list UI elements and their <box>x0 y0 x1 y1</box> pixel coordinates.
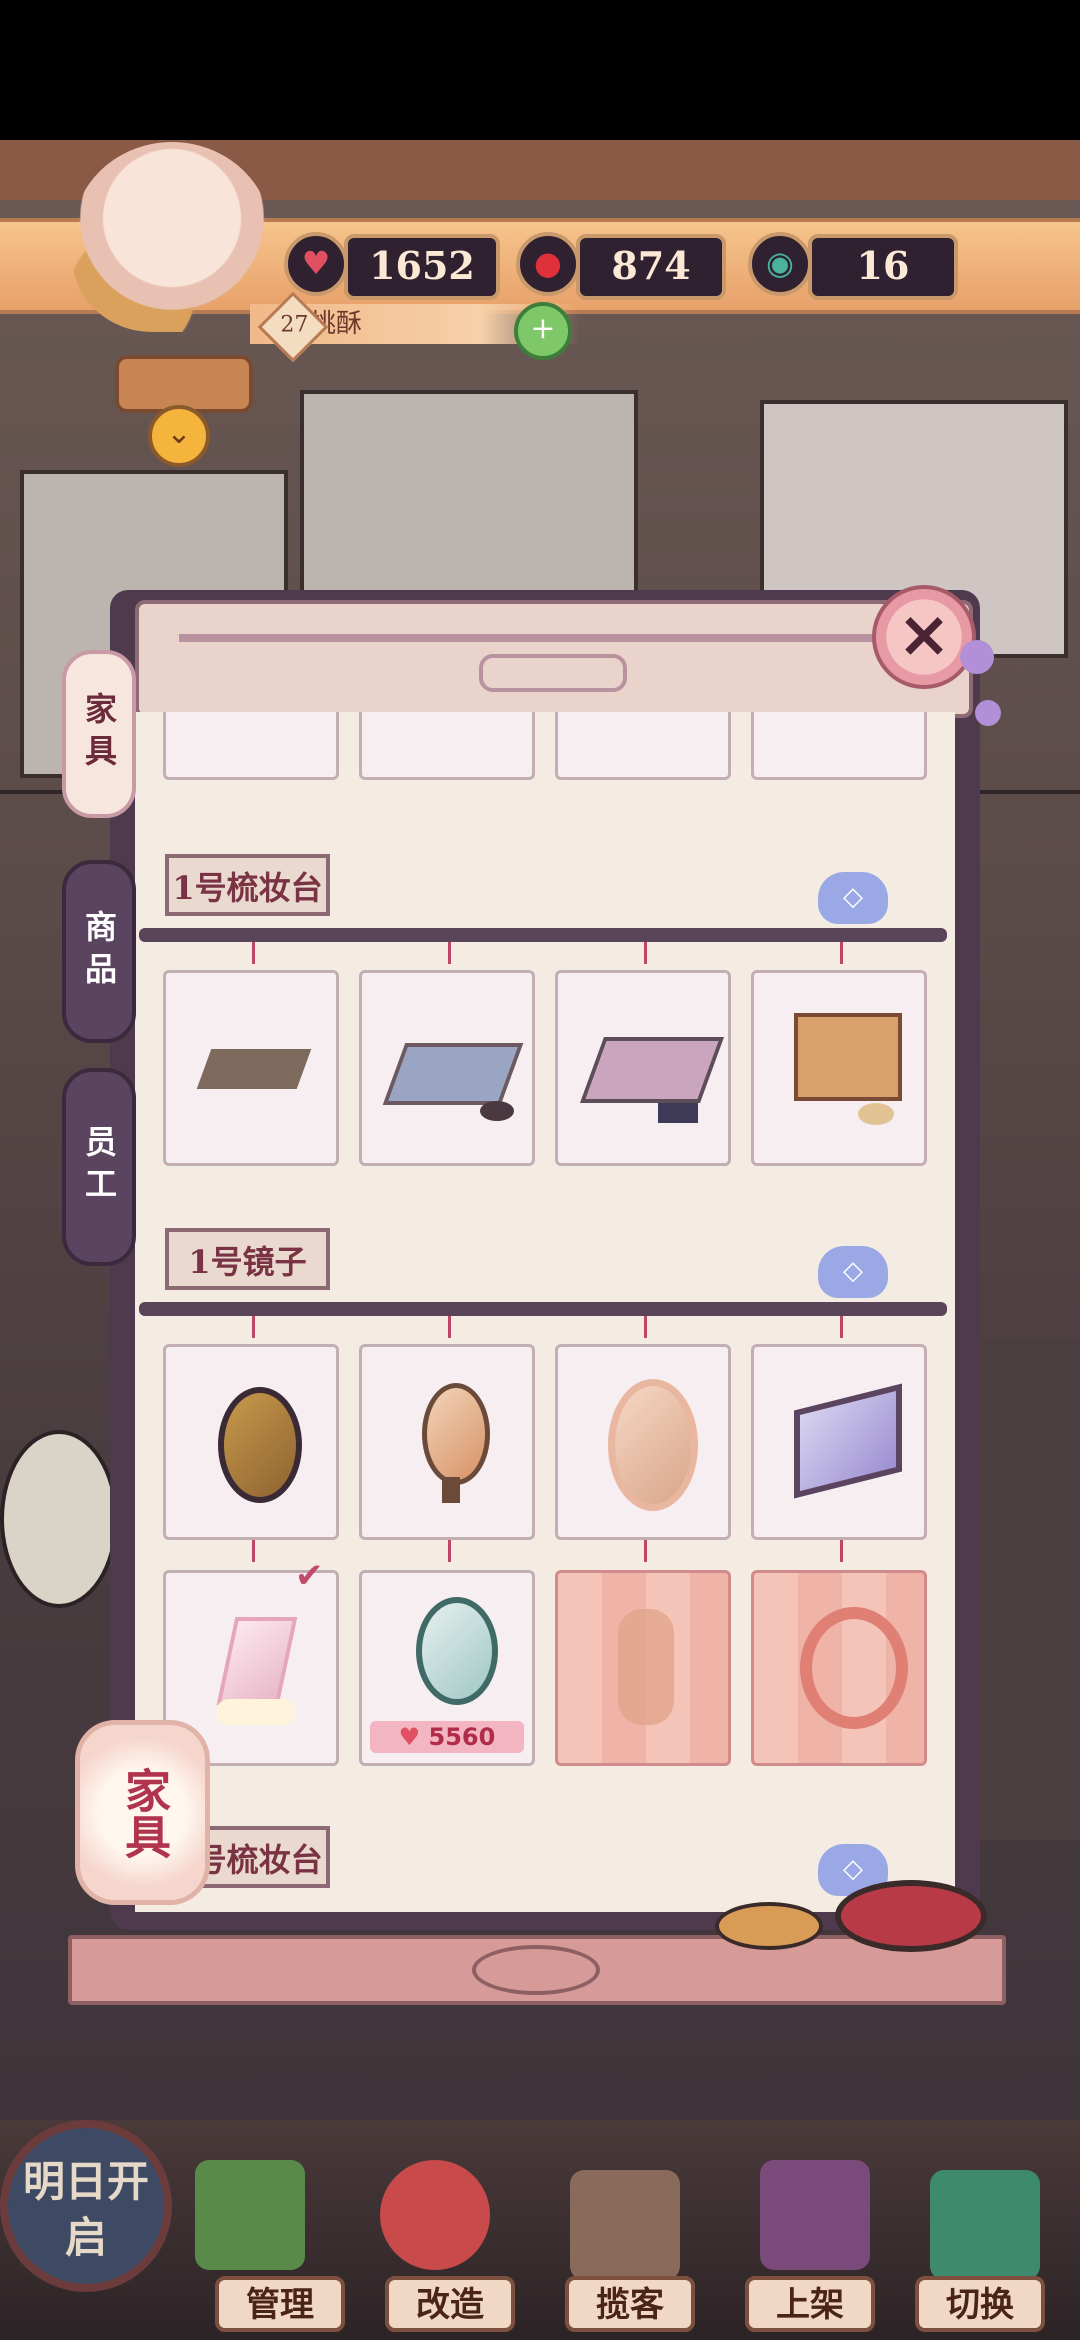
cloud-base <box>216 1699 296 1725</box>
hanging-string <box>840 942 843 964</box>
shelf <box>139 928 947 942</box>
cloud-icon: ◇ <box>818 872 888 924</box>
nav-attract[interactable]: 揽客 <box>565 2276 695 2332</box>
hanging-string <box>840 1316 843 1338</box>
panel-header-lattice <box>135 600 973 718</box>
item-card[interactable] <box>359 712 535 780</box>
attract-customers-icon[interactable] <box>570 2170 680 2280</box>
item-card[interactable] <box>163 1344 339 1540</box>
gems-count: 874 <box>576 234 726 300</box>
vanity-light-mirror-icon <box>794 1383 902 1499</box>
locked-item-card[interactable] <box>555 1570 731 1766</box>
panel-scroll-area[interactable]: 1号梳妆台 ◇ 1号镜子 ◇ ✔ ♥ 5560 1号梳妆台 ◇ <box>135 712 955 1912</box>
hanging-string <box>644 1540 647 1562</box>
vanity-desk-icon <box>794 1013 902 1101</box>
add-resource-button[interactable]: + <box>514 302 572 360</box>
round-table <box>0 1430 118 1608</box>
management-icon[interactable] <box>195 2160 305 2270</box>
panel-ledge <box>68 1935 1006 2005</box>
hanging-string <box>644 1316 647 1338</box>
tokens-count: 16 <box>808 234 958 300</box>
hanging-string <box>448 942 451 964</box>
hanging-string <box>840 1540 843 1562</box>
cloud-mirror-icon <box>216 1617 298 1705</box>
hanging-string <box>252 1540 255 1562</box>
shelf <box>139 1302 947 1316</box>
hanging-string <box>448 1316 451 1338</box>
renovate-icon[interactable] <box>380 2160 490 2270</box>
silhouette-mirror-icon <box>800 1607 908 1729</box>
vanity-bed-icon <box>579 1037 725 1103</box>
open-tomorrow-button[interactable]: 明日开启 <box>0 2120 172 2292</box>
side-cabinet <box>980 1340 1080 1840</box>
item-card[interactable] <box>163 712 339 780</box>
gem-icon: ● <box>516 232 580 296</box>
hanging-string <box>644 942 647 964</box>
ornate-mirror-icon <box>608 1379 698 1511</box>
flower-decoration <box>975 700 1001 726</box>
tab-furniture[interactable]: 家具 <box>62 650 136 818</box>
winged-mirror-icon <box>422 1383 490 1485</box>
item-card[interactable] <box>751 970 927 1166</box>
category-lantern: 家具 <box>75 1720 210 1905</box>
silhouette-mirror-icon <box>618 1609 674 1725</box>
nav-switch[interactable]: 切换 <box>915 2276 1045 2332</box>
shelf-listing-icon[interactable] <box>760 2160 870 2270</box>
stool-icon <box>858 1103 894 1125</box>
close-button[interactable]: × <box>872 585 976 689</box>
switch-map-icon[interactable] <box>930 2170 1040 2280</box>
tab-staff[interactable]: 员工 <box>62 1068 136 1266</box>
makeup-bowl-icon <box>835 1880 987 1952</box>
cushion-icon <box>480 1101 514 1121</box>
item-card[interactable] <box>555 970 731 1166</box>
player-level: 27 <box>280 312 309 338</box>
lotus-ornament <box>472 1945 600 1995</box>
mirror-stand <box>442 1477 460 1503</box>
lattice-rail <box>179 634 919 642</box>
nav-manage[interactable]: 管理 <box>215 2276 345 2332</box>
price-tag: ♥ 5560 <box>370 1721 524 1753</box>
lattice-ornament <box>479 654 627 692</box>
price-value: 5560 <box>428 1723 496 1751</box>
nav-renovate[interactable]: 改造 <box>385 2276 515 2332</box>
item-card[interactable] <box>555 712 731 780</box>
jade-mirror-icon <box>416 1597 498 1705</box>
player-avatar[interactable] <box>72 142 272 332</box>
nav-list[interactable]: 上架 <box>745 2276 875 2332</box>
hanging-string <box>252 1316 255 1338</box>
token-icon: ◉ <box>748 232 812 296</box>
heart-icon: ♥ <box>398 1723 429 1751</box>
hanging-string <box>448 1540 451 1562</box>
section-label: 1号梳妆台 <box>165 854 330 916</box>
cloud-icon: ◇ <box>818 1246 888 1298</box>
item-card[interactable] <box>751 1344 927 1540</box>
heart-icon: ♥ <box>284 232 348 296</box>
scroll-menu-icon[interactable] <box>115 355 253 413</box>
locked-item-card[interactable] <box>751 1570 927 1766</box>
item-card[interactable] <box>555 1344 731 1540</box>
cushion-icon <box>658 1103 698 1123</box>
checkmark-icon: ✔ <box>295 1556 324 1596</box>
hanging-string <box>252 942 255 964</box>
item-card[interactable] <box>359 970 535 1166</box>
low-bed-icon <box>382 1043 524 1105</box>
chevron-down-icon[interactable]: ⌄ <box>148 405 210 467</box>
hearts-count: 1652 <box>344 234 500 300</box>
round-mirror-icon <box>218 1387 302 1503</box>
item-card[interactable] <box>359 1344 535 1540</box>
flower-decoration <box>960 640 994 674</box>
item-card[interactable]: ♥ 5560 <box>359 1570 535 1766</box>
section-label: 1号镜子 <box>165 1228 330 1290</box>
item-card[interactable] <box>163 970 339 1166</box>
item-card[interactable] <box>751 712 927 780</box>
makeup-dish-icon <box>715 1902 823 1950</box>
low-table-icon <box>196 1049 312 1089</box>
tab-goods[interactable]: 商品 <box>62 860 136 1043</box>
